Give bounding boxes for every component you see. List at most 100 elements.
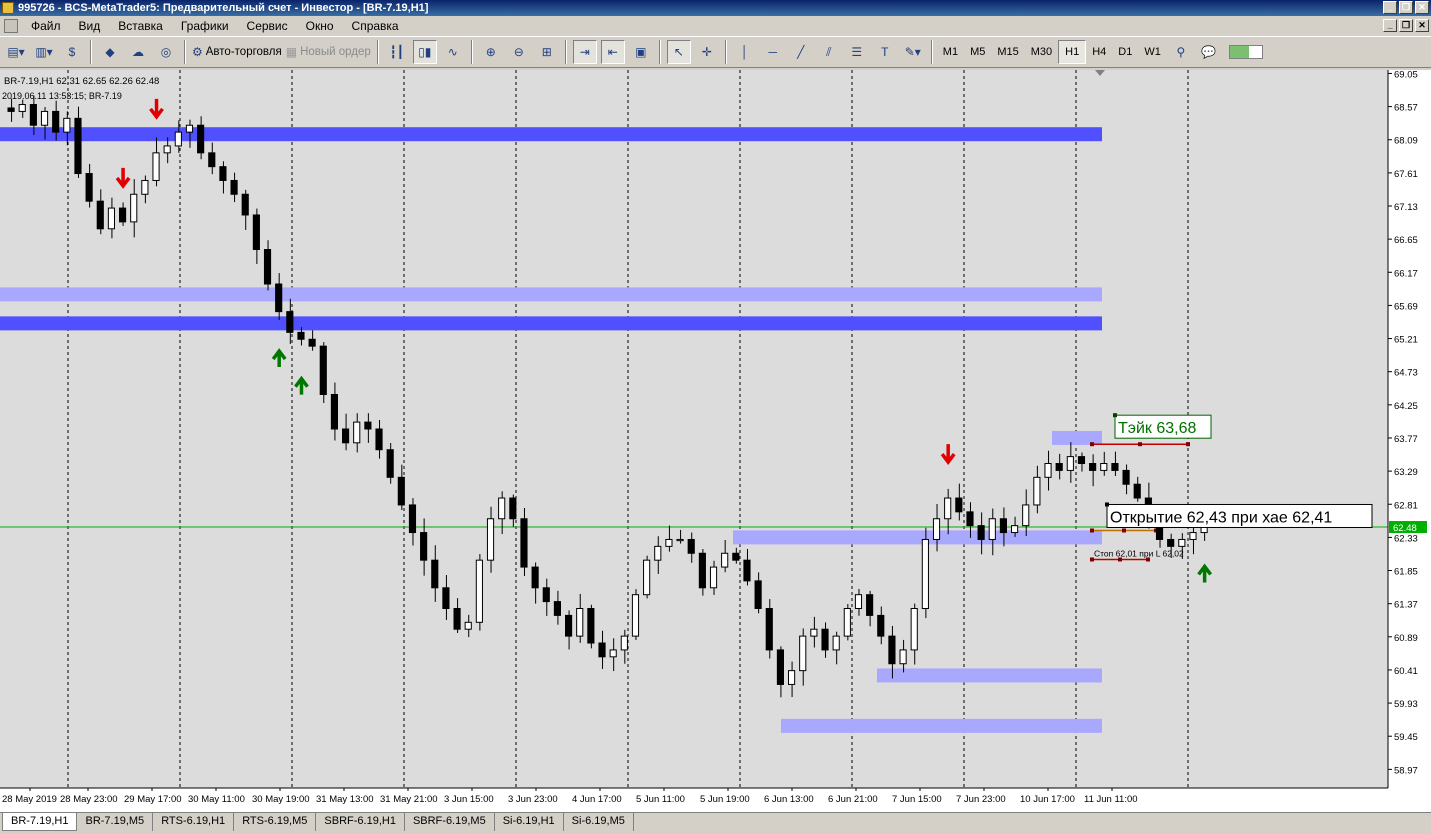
auto-scroll-icon[interactable]: ⇥ xyxy=(572,40,597,64)
tab-si-h1[interactable]: Si-6.19,H1 xyxy=(495,813,564,831)
price-zone xyxy=(0,316,1102,331)
candle-body xyxy=(408,504,417,534)
candle-body xyxy=(654,545,662,561)
time-tick-label: 31 May 13:00 xyxy=(316,794,374,805)
text-tool-icon[interactable]: T xyxy=(873,40,897,64)
timeframe-h4[interactable]: H4 xyxy=(1086,40,1112,64)
candle-body xyxy=(1089,463,1097,471)
horizontal-line-icon[interactable]: ─ xyxy=(761,40,785,64)
timeframe-h1[interactable]: H1 xyxy=(1058,40,1087,64)
price-zone xyxy=(733,530,1102,545)
indicators-icon[interactable]: ▣ xyxy=(629,40,653,64)
window-title: 995726 - BCS-MetaTrader5: Предварительны… xyxy=(18,2,429,14)
price-tick-label: 64.73 xyxy=(1394,368,1418,379)
autotrading-button[interactable]: ⚙ Авто-торговля xyxy=(192,40,282,64)
candle-body xyxy=(442,587,450,609)
candle-body xyxy=(553,601,561,616)
zoom-in-icon[interactable]: ⊕ xyxy=(479,40,503,64)
price-chart[interactable]: Тэйк 63,68 Открытие 62,43 при хае 62,41 Ст… xyxy=(0,69,1431,812)
price-zone xyxy=(877,668,1102,683)
price-tick-label: 62.81 xyxy=(1394,500,1418,511)
window-controls: _ ❐ ✕ xyxy=(1383,1,1429,14)
navigator-icon[interactable]: ◆ xyxy=(98,40,122,64)
tab-br-m5[interactable]: BR-7.19,M5 xyxy=(77,813,154,831)
search-icon[interactable]: ⚲ xyxy=(1169,40,1193,64)
vertical-line-icon[interactable]: │ xyxy=(733,40,757,64)
tab-rts-m5[interactable]: RTS-6.19,M5 xyxy=(234,813,317,831)
timeframe-m30[interactable]: M30 xyxy=(1025,40,1058,64)
candle-body xyxy=(1022,504,1030,527)
chart-window-icon[interactable] xyxy=(4,19,18,33)
zoom-out-icon[interactable]: ⊖ xyxy=(507,40,531,64)
tab-sbrf-m5[interactable]: SBRF-6.19,M5 xyxy=(405,813,495,831)
tab-br-h1[interactable]: BR-7.19,H1 xyxy=(2,813,78,831)
market-watch-icon[interactable]: $ xyxy=(60,40,84,64)
child-close-button[interactable]: ✕ xyxy=(1415,19,1429,32)
timeframe-m5[interactable]: M5 xyxy=(964,40,991,64)
candle-body xyxy=(676,538,684,542)
tab-sbrf-h1[interactable]: SBRF-6.19,H1 xyxy=(316,813,405,831)
candle-body xyxy=(799,635,807,672)
trend-line-icon[interactable]: ╱ xyxy=(789,40,813,64)
bar-chart-icon[interactable]: ┇┃ xyxy=(385,40,409,64)
chart-shift-icon[interactable]: ⇤ xyxy=(600,40,625,64)
minimize-button[interactable]: _ xyxy=(1383,1,1397,14)
open-label-handle xyxy=(1105,502,1109,507)
menu-charts[interactable]: Графики xyxy=(172,19,238,33)
candle-body xyxy=(643,559,651,596)
timeframe-m1[interactable]: M1 xyxy=(937,40,964,64)
candle-body xyxy=(709,566,718,589)
tab-si-m5[interactable]: Si-6.19,M5 xyxy=(564,813,634,831)
child-restore-button[interactable]: ❐ xyxy=(1399,19,1413,32)
chat-icon[interactable]: 💬 xyxy=(1197,40,1221,64)
close-button[interactable]: ✕ xyxy=(1415,1,1429,14)
candle-body xyxy=(486,518,495,561)
menu-window[interactable]: Окно xyxy=(297,19,343,33)
candle-body xyxy=(208,152,216,168)
cursor-icon[interactable]: ↖ xyxy=(666,40,691,64)
restore-button[interactable]: ❐ xyxy=(1399,1,1413,14)
crosshair-icon[interactable]: ✛ xyxy=(695,40,719,64)
timeframe-m15[interactable]: M15 xyxy=(991,40,1024,64)
time-tick-label: 6 Jun 13:00 xyxy=(764,794,814,805)
time-tick-label: 4 Jun 17:00 xyxy=(572,794,622,805)
chart-canvas[interactable]: Тэйк 63,68 Открытие 62,43 при хае 62,41 Ст… xyxy=(0,69,1431,812)
signals-icon[interactable]: ◎ xyxy=(154,40,178,64)
menu-file[interactable]: Файл xyxy=(22,19,70,33)
menu-insert[interactable]: Вставка xyxy=(109,19,172,33)
tile-windows-icon[interactable]: ⊞ xyxy=(535,40,559,64)
candle-body xyxy=(141,179,149,195)
price-tick-label: 58.97 xyxy=(1394,765,1418,776)
candle-body xyxy=(565,614,573,637)
candle-body xyxy=(665,538,673,547)
candle-body xyxy=(743,559,751,582)
child-minimize-button[interactable]: _ xyxy=(1383,19,1397,32)
menu-bar: Файл Вид Вставка Графики Сервис Окно Спр… xyxy=(0,16,1431,36)
candle-body xyxy=(286,311,294,333)
data-window-icon[interactable]: ☁ xyxy=(126,40,150,64)
price-zone xyxy=(1052,430,1102,445)
tab-rts-h1[interactable]: RTS-6.19,H1 xyxy=(153,813,235,831)
shapes-icon[interactable]: ✎▾ xyxy=(901,40,925,64)
menu-tools[interactable]: Сервис xyxy=(238,19,297,33)
chart-info-line-2: 2019.06.11 13:53:15; BR-7.19 xyxy=(2,91,122,101)
price-tick-label: 67.13 xyxy=(1394,202,1418,213)
candle-body xyxy=(74,117,82,175)
new-order-button[interactable]: ▦ Новый ордер xyxy=(286,40,371,64)
window-titlebar[interactable]: 995726 - BCS-MetaTrader5: Предварительны… xyxy=(0,0,1431,16)
timeframe-w1[interactable]: W1 xyxy=(1138,40,1167,64)
fibonacci-icon[interactable]: ☰ xyxy=(845,40,869,64)
menu-view[interactable]: Вид xyxy=(70,19,110,33)
timeframe-d1[interactable]: D1 xyxy=(1112,40,1138,64)
new-chart-icon[interactable]: ▤▾ xyxy=(4,40,28,64)
equidistant-channel-icon[interactable]: ⫽ xyxy=(817,40,841,64)
candle-body xyxy=(598,642,606,658)
profiles-icon[interactable]: ▥▾ xyxy=(32,40,56,64)
line-chart-icon[interactable]: ∿ xyxy=(441,40,465,64)
candle-body xyxy=(152,152,160,181)
candle-body xyxy=(96,200,104,230)
candlestick-chart-icon[interactable]: ▯▮ xyxy=(412,40,437,64)
app-icon xyxy=(2,2,14,14)
candle-body xyxy=(275,283,283,313)
menu-help[interactable]: Справка xyxy=(343,19,408,33)
